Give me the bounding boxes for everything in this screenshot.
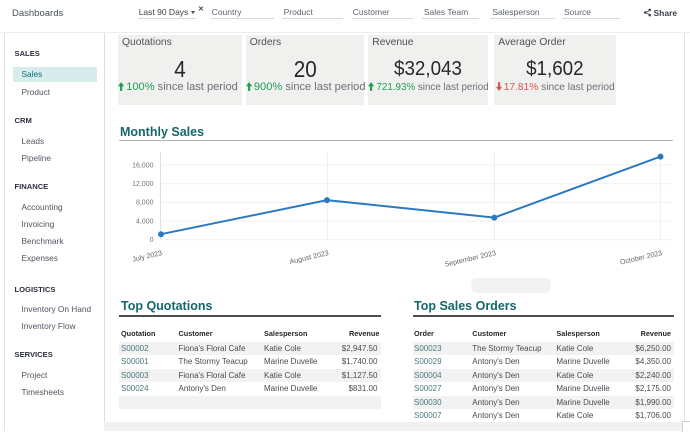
svg-text:October 2023: October 2023 [619,249,663,266]
svg-text:0: 0 [150,237,154,244]
svg-text:16,000: 16,000 [132,162,154,169]
svg-text:August 2023: August 2023 [289,249,330,266]
svg-text:8,000: 8,000 [136,200,154,207]
svg-text:September 2023: September 2023 [444,249,497,269]
svg-text:12,000: 12,000 [132,181,154,188]
svg-text:July 2023: July 2023 [132,249,163,264]
svg-text:4,000: 4,000 [136,218,154,225]
